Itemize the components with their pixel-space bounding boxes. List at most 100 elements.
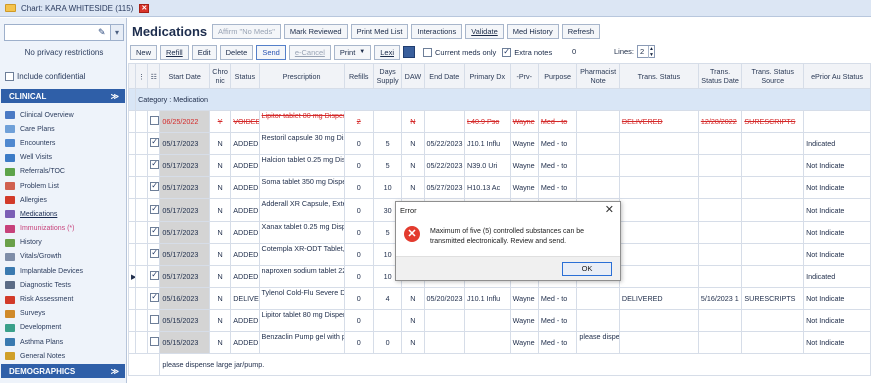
sidebar-item-care-plans[interactable]: Care Plans [0, 122, 127, 136]
sidebar-item-immunizations[interactable]: Immunizations (*) [0, 222, 127, 236]
print-button[interactable]: Print ▼ [333, 44, 372, 60]
save-icon[interactable] [403, 46, 415, 58]
column-header[interactable]: DAW [401, 63, 425, 89]
sidebar-item-risk-assessment[interactable]: Risk Assessment [0, 292, 127, 306]
row-checkbox[interactable] [150, 248, 159, 258]
ok-button[interactable]: OK [562, 262, 612, 276]
tree-icon[interactable]: ☷ [147, 63, 161, 89]
sidebar-item-clinical-overview[interactable]: Clinical Overview [0, 108, 127, 122]
grip-icon[interactable]: ⋮ [135, 63, 149, 89]
row-select[interactable] [147, 176, 161, 200]
sidebar-item-medications[interactable]: Medications [0, 207, 127, 221]
sidebar-item-problem-list[interactable]: Problem List [0, 179, 127, 193]
med-history-button[interactable]: Med History [506, 24, 559, 39]
print-med-list-button[interactable]: Print Med List [350, 24, 409, 39]
chevron-down-icon[interactable]: ▼ [359, 49, 365, 55]
row-select[interactable] [147, 242, 161, 266]
picker-icon[interactable]: ✎ [98, 27, 108, 37]
table-row[interactable]: 05/15/2023 N ADDED Lipitor tablet 80 mg Dis… [127, 308, 871, 333]
patient-combo[interactable]: ✎ ▾ [4, 24, 124, 41]
extra-notes-checkbox[interactable] [502, 47, 512, 57]
close-icon[interactable]: ✕ [605, 203, 614, 216]
collapse-icon[interactable]: ≫ [111, 92, 119, 101]
lines-stepper[interactable]: 2 ▲ ▼ [637, 45, 656, 58]
sidebar-item-well-visits[interactable]: Well Visits [0, 151, 127, 165]
row-checkbox[interactable] [150, 226, 159, 236]
row-checkbox[interactable] [150, 292, 159, 302]
category-row[interactable]: Category : Medication [127, 87, 871, 112]
sidebar-item-history[interactable]: History [0, 236, 127, 250]
close-icon[interactable]: ✕ [139, 3, 150, 13]
validate-button[interactable]: Validate [465, 24, 504, 39]
table-row[interactable]: 06/25/2022 Y VOIDED Lipitor tablet 80 mg Di… [127, 110, 871, 134]
row-checkbox[interactable] [150, 270, 159, 280]
sidebar-item-general-notes[interactable]: General Notes [0, 349, 127, 363]
column-header[interactable]: Prescription [258, 63, 345, 89]
sidebar-item-vitals-growth[interactable]: Vitals/Growth [0, 250, 127, 264]
sidebar-item-implantable-devices[interactable]: Implantable Devices [0, 264, 127, 278]
column-header[interactable]: Primary Dx [464, 63, 511, 89]
send-button[interactable]: Send [256, 44, 286, 60]
current-meds-only-option[interactable]: Current meds only [423, 47, 496, 57]
row-checkbox[interactable] [150, 137, 159, 148]
refresh-button[interactable]: Refresh [561, 24, 601, 39]
column-header[interactable]: Days Supply [372, 63, 403, 89]
sidebar-item-development[interactable]: Development [0, 321, 127, 335]
current-meds-checkbox[interactable] [423, 47, 432, 57]
row-select[interactable] [147, 110, 161, 134]
table-row[interactable]: 05/15/2023 N ADDED Benzaclin Pump gel with … [127, 331, 871, 355]
table-row[interactable]: 05/17/2023NADDEDHalcion tablet 0.25 mg D… [127, 154, 871, 178]
row-select[interactable] [147, 264, 161, 288]
column-header[interactable]: Pharmacist Note [576, 63, 620, 89]
column-header[interactable]: Status [230, 63, 260, 89]
row-checkbox[interactable] [150, 159, 159, 170]
checkbox[interactable] [5, 72, 14, 81]
interactions-button[interactable]: Interactions [411, 24, 463, 39]
row-select[interactable] [147, 331, 161, 355]
row-select[interactable] [147, 286, 161, 310]
row-checkbox[interactable] [150, 204, 159, 214]
row-select[interactable] [147, 154, 161, 178]
column-header[interactable]: End Date [423, 63, 466, 89]
sidebar-item-diagnostic-tests[interactable]: Diagnostic Tests [0, 278, 127, 292]
demographics-section-header[interactable]: DEMOGRAPHICS ≫ [1, 364, 125, 378]
include-confidential-checkbox[interactable]: Include confidential [5, 72, 86, 81]
column-header[interactable]: Trans. Status Date [697, 63, 743, 89]
row-select[interactable] [147, 132, 161, 156]
refill-button[interactable]: Refill [160, 44, 189, 60]
column-header[interactable]: Trans. Status [618, 63, 699, 89]
row-checkbox[interactable] [150, 314, 159, 324]
collapse-icon[interactable]: ≫ [111, 367, 119, 376]
table-row[interactable]: 05/16/2023NDELIVERTylenol Cold-Flu Sever… [127, 286, 871, 310]
column-header[interactable]: -Prv- [509, 63, 539, 89]
row-checkbox[interactable] [150, 181, 159, 192]
column-header[interactable]: Chro nic [208, 63, 232, 89]
lexi-button[interactable]: Lexi [374, 44, 400, 60]
sidebar-item-encounters[interactable]: Encounters [0, 136, 127, 150]
column-header[interactable]: Purpose [537, 63, 578, 89]
column-header[interactable]: Trans. Status Source [741, 63, 805, 89]
row-checkbox[interactable] [150, 337, 159, 347]
stepper-arrows-icon[interactable]: ▲ ▼ [648, 45, 654, 58]
sidebar-item-allergies[interactable]: Allergies [0, 193, 127, 207]
sidebar-item-asthma-plans[interactable]: Asthma Plans [0, 335, 127, 349]
extra-notes-option[interactable]: Extra notes [502, 47, 552, 57]
new-button[interactable]: New [130, 44, 158, 60]
mark-reviewed-button[interactable]: Mark Reviewed [283, 24, 348, 39]
chevron-down-icon[interactable]: ▾ [110, 25, 123, 40]
row-checkbox[interactable] [150, 116, 159, 126]
column-header[interactable]: Refills [343, 63, 374, 89]
sidebar-item-referrals-toc[interactable]: Referrals/TOC [0, 165, 127, 179]
delete-button[interactable]: Delete [219, 44, 254, 60]
table-row[interactable]: 05/17/2023NADDEDSoma tablet 350 mg Dispe… [127, 176, 871, 200]
row-select[interactable] [147, 308, 161, 333]
edit-button[interactable]: Edit [191, 44, 217, 60]
clinical-section-header[interactable]: CLINICAL ≫ [1, 89, 125, 103]
ecancel-button[interactable]: e-Cancel [288, 44, 331, 60]
column-header[interactable]: Start Date [159, 63, 210, 89]
row-select[interactable] [147, 198, 161, 222]
column-header[interactable]: ePrior Au Status [803, 63, 871, 89]
sidebar-item-surveys[interactable]: Surveys [0, 307, 127, 321]
row-select[interactable] [147, 220, 161, 244]
affirm-no-meds-button[interactable]: Affirm "No Meds" [212, 24, 281, 39]
